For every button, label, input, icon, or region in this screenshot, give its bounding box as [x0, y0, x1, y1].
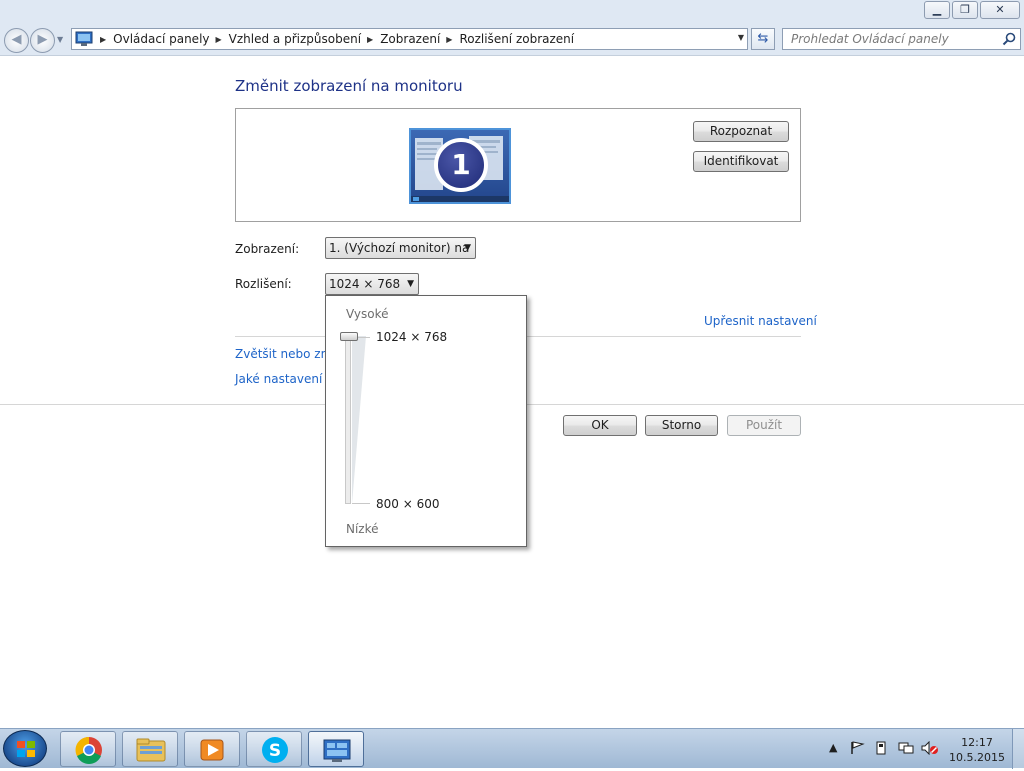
resolution-option-1024x768[interactable]: 1024 × 768 — [376, 330, 447, 344]
taskbar-explorer[interactable] — [122, 731, 178, 767]
resolution-slider-popup: Vysoké 1024 × 768 800 × 600 Nízké — [325, 295, 527, 547]
resolution-option-800x600[interactable]: 800 × 600 — [376, 497, 440, 511]
clock-date: 10.5.2015 — [949, 751, 1005, 764]
apply-button: Použít — [727, 415, 801, 436]
title-bar: ▁ ❐ ✕ — [0, 0, 1024, 25]
chrome-icon — [75, 736, 102, 764]
breadcrumb-display[interactable]: Zobrazení — [380, 32, 440, 46]
taskbar-clock[interactable]: 12:17 10.5.2015 — [945, 735, 1009, 765]
refresh-button[interactable]: ⇆ — [751, 28, 775, 50]
network-icon[interactable] — [898, 741, 914, 759]
forward-button[interactable]: ▶ — [30, 28, 55, 53]
skype-icon: S — [262, 737, 288, 763]
slider-high-label: Vysoké — [346, 307, 389, 321]
address-bar[interactable]: ▶ Ovládací panely ▶ Vzhled a přizpůsoben… — [71, 28, 748, 50]
taskbar: S ▲ 12:17 10.5.2015 — [0, 728, 1024, 769]
volume-muted-icon[interactable] — [921, 740, 939, 759]
taskbar-control-panel[interactable] — [308, 731, 364, 767]
folder-icon — [136, 738, 166, 762]
resolution-select-value: 1024 × 768 — [329, 277, 401, 291]
breadcrumb-appearance[interactable]: Vzhled a přizpůsobení — [229, 32, 361, 46]
slider-tick — [352, 503, 370, 504]
show-desktop-button[interactable] — [1012, 729, 1024, 769]
search-input[interactable] — [789, 31, 994, 47]
display-select-value: 1. (Výchozí monitor) na — [329, 241, 470, 255]
chevron-down-icon: ▼ — [464, 243, 471, 253]
recent-pages-dropdown[interactable]: ▼ — [57, 35, 63, 44]
breadcrumb-separator[interactable]: ▶ — [367, 35, 373, 44]
display-select[interactable]: 1. (Výchozí monitor) na ▼ — [325, 237, 476, 259]
control-panel-icon — [323, 739, 351, 762]
which-settings-link[interactable]: Jaké nastavení m — [235, 372, 338, 386]
chevron-down-icon: ▼ — [407, 279, 414, 289]
start-button[interactable] — [3, 730, 47, 767]
resolution-label: Rozlišení: — [235, 277, 292, 291]
close-button[interactable]: ✕ — [980, 1, 1020, 19]
monitor-1-thumbnail[interactable]: 1 — [409, 128, 511, 204]
page-title: Změnit zobrazení na monitoru — [235, 77, 463, 95]
breadcrumb-control-panel[interactable]: Ovládací panely — [113, 32, 209, 46]
identify-button[interactable]: Identifikovat — [693, 151, 789, 172]
address-history-dropdown[interactable]: ▼ — [738, 33, 744, 42]
monitor-number-badge: 1 — [434, 138, 488, 192]
back-arrow-icon: ◀ — [11, 32, 22, 47]
monitor-preview-panel: 1 Rozpoznat Identifikovat — [235, 108, 801, 222]
resolution-slider-thumb[interactable] — [340, 332, 358, 341]
slider-wedge-icon — [352, 336, 366, 504]
advanced-settings-link[interactable]: Upřesnit nastavení — [704, 314, 817, 328]
usb-device-icon[interactable] — [873, 741, 889, 759]
slider-low-label: Nízké — [346, 522, 379, 536]
breadcrumb-separator: ▶ — [100, 34, 107, 44]
taskbar-media-player[interactable] — [184, 731, 240, 767]
navigation-bar: ◀ ▶ ▼ ▶ Ovládací panely ▶ Vzhled a přizp… — [0, 25, 1024, 56]
breadcrumb-separator[interactable]: ▶ — [446, 35, 452, 44]
breadcrumb-screen-resolution[interactable]: Rozlišení zobrazení — [459, 32, 574, 46]
show-hidden-icons[interactable]: ▲ — [829, 741, 837, 755]
maximize-button[interactable]: ❐ — [952, 1, 978, 19]
control-panel-icon — [74, 29, 94, 49]
clock-time: 12:17 — [961, 736, 993, 749]
cancel-button[interactable]: Storno — [645, 415, 718, 436]
taskbar-chrome[interactable] — [60, 731, 116, 767]
search-icon[interactable] — [1002, 32, 1016, 49]
search-box[interactable] — [782, 28, 1021, 50]
action-center-flag-icon[interactable] — [850, 741, 866, 759]
forward-arrow-icon: ▶ — [37, 32, 48, 47]
resolution-select[interactable]: 1024 × 768 ▼ — [325, 273, 419, 295]
window-caption-buttons: ▁ ❐ ✕ — [922, 1, 1020, 19]
ok-button[interactable]: OK — [563, 415, 637, 436]
breadcrumb-separator[interactable]: ▶ — [216, 35, 222, 44]
refresh-icon: ⇆ — [757, 31, 769, 46]
resolution-slider-track[interactable] — [345, 336, 351, 504]
enlarge-text-link[interactable]: Zvětšit nebo zme — [235, 347, 340, 361]
back-button[interactable]: ◀ — [4, 28, 29, 53]
windows-logo-icon — [17, 741, 35, 757]
media-player-icon — [200, 739, 224, 761]
taskbar-skype[interactable]: S — [246, 731, 302, 767]
detect-button[interactable]: Rozpoznat — [693, 121, 789, 142]
minimize-button[interactable]: ▁ — [924, 1, 950, 19]
display-label: Zobrazení: — [235, 242, 300, 256]
svg-text:S: S — [269, 741, 281, 761]
